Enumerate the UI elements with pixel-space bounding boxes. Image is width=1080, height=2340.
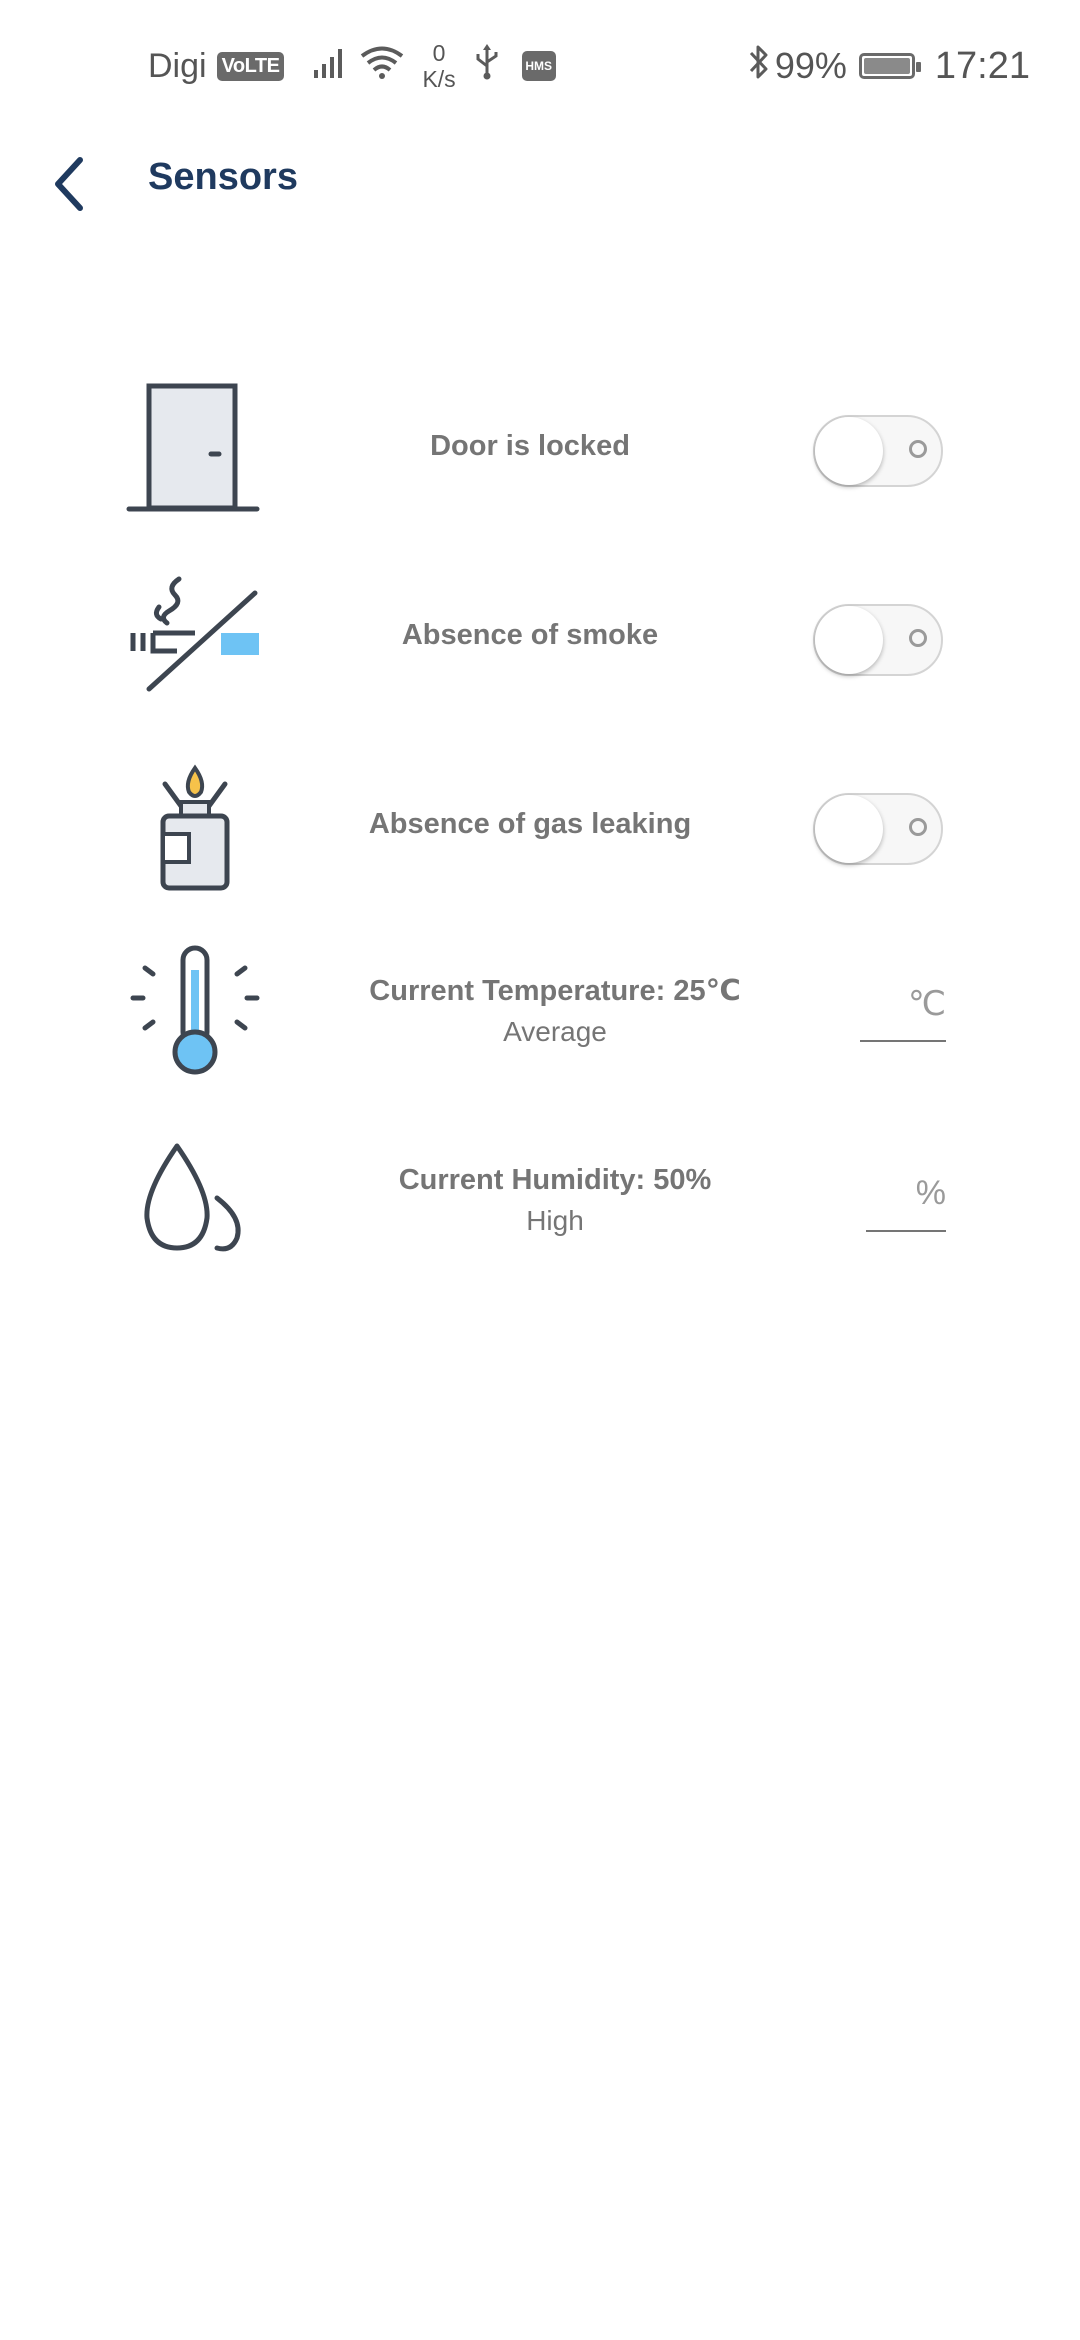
sensor-text: Absence of smoke (330, 555, 730, 715)
status-bar-right: 99% 17:21 (747, 40, 1030, 92)
network-speed: 0 K/s (422, 40, 455, 92)
toggle-knob (815, 606, 883, 674)
battery-percent: 99% (774, 45, 847, 86)
toggle-off-indicator-icon (909, 629, 927, 647)
chevron-left-icon (55, 157, 83, 211)
sensor-row-smoke: Absence of smoke (0, 555, 1080, 715)
toggle-knob (815, 795, 883, 863)
page-title: Sensors (148, 156, 298, 198)
network-speed-value: 0 (432, 40, 446, 66)
sensor-text: Current Humidity: 50% High (355, 1120, 755, 1280)
status-bar-left: Digi VoLTE 0 K/s HMS (148, 40, 556, 92)
app-bar: Sensors (0, 132, 1080, 232)
wifi-icon (360, 45, 404, 87)
temperature-input[interactable]: ℃ (860, 984, 946, 1042)
carrier-name: Digi (148, 46, 207, 85)
battery-icon (858, 53, 921, 79)
humidity-input[interactable]: % (866, 1174, 946, 1232)
gas-stove-icon (120, 744, 270, 904)
toggle-knob (815, 417, 883, 485)
bluetooth-icon (747, 43, 771, 89)
sensor-row-temperature: Current Temperature: 25℃ Average ℃ (0, 930, 1080, 1090)
sensor-label: Door is locked (430, 429, 630, 462)
sensor-row-humidity: Current Humidity: 50% High % (0, 1120, 1080, 1280)
temperature-unit-placeholder: ℃ (907, 985, 946, 1023)
sensor-sublabel: Average (503, 1015, 607, 1047)
gas-leak-absence-toggle[interactable] (813, 793, 943, 865)
hms-badge: HMS (521, 51, 556, 81)
clock-time: 17:21 (934, 44, 1030, 87)
sensor-text: Door is locked (330, 366, 730, 526)
sensor-label: Absence of gas leaking (368, 807, 692, 840)
humidity-unit-placeholder: % (915, 1174, 946, 1212)
back-button[interactable] (28, 144, 108, 224)
door-locked-toggle[interactable] (813, 415, 943, 487)
door-icon (120, 366, 270, 526)
sensor-row-door: Door is locked (0, 366, 1080, 526)
smoke-absence-toggle[interactable] (813, 604, 943, 676)
usb-icon (474, 44, 500, 88)
thermometer-icon (120, 930, 270, 1090)
sensor-text: Absence of gas leaking (330, 744, 730, 904)
sensor-row-gas: Absence of gas leaking (0, 744, 1080, 904)
sensor-label: Absence of smoke (401, 618, 659, 651)
status-bar: Digi VoLTE 0 K/s HMS 99% 17:21 (0, 0, 1080, 132)
no-smoking-icon (120, 555, 270, 715)
screen: Digi VoLTE 0 K/s HMS 99% 17:21 Sensors D… (0, 0, 1080, 2340)
network-speed-unit: K/s (422, 66, 456, 92)
volte-badge: VoLTE (216, 51, 285, 81)
sensor-sublabel: High (526, 1204, 584, 1236)
sensor-label: Current Temperature: 25℃ (369, 974, 741, 1007)
sensor-label: Current Humidity: 50% (398, 1163, 712, 1196)
humidity-icon (120, 1120, 270, 1280)
sensor-text: Current Temperature: 25℃ Average (355, 930, 755, 1090)
toggle-off-indicator-icon (909, 818, 927, 836)
signal-icon (312, 46, 348, 86)
toggle-off-indicator-icon (909, 440, 927, 458)
